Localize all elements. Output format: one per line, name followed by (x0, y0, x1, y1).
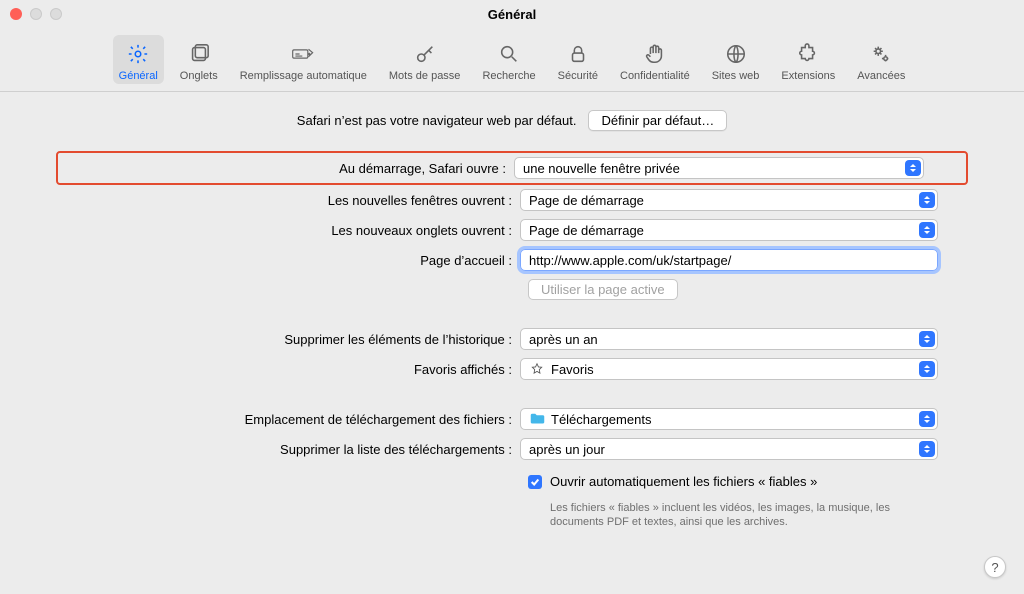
tab-label: Confidentialité (620, 70, 690, 82)
gear-icon (123, 39, 153, 69)
tab-label: Extensions (781, 70, 835, 82)
window-title: Général (488, 7, 536, 22)
favorites-shown-value: Favoris (551, 362, 594, 377)
tab-tabs[interactable]: Onglets (174, 35, 224, 84)
tab-security[interactable]: Sécurité (552, 35, 604, 84)
minimize-button[interactable] (30, 8, 42, 20)
zoom-button[interactable] (50, 8, 62, 20)
favorites-shown-select[interactable]: Favoris (520, 358, 938, 380)
tab-general[interactable]: Général (113, 35, 164, 84)
tab-extensions[interactable]: Extensions (775, 35, 841, 84)
downloads-remove-row: Supprimer la liste des téléchargements :… (60, 438, 964, 460)
puzzle-icon (793, 39, 823, 69)
favorites-shown-label: Favoris affichés : (60, 362, 520, 377)
gears-icon (866, 39, 896, 69)
new-windows-value: Page de démarrage (529, 193, 644, 208)
folder-icon (529, 411, 545, 427)
tab-advanced[interactable]: Avancées (851, 35, 911, 84)
chevron-updown-icon (919, 361, 935, 377)
search-icon (494, 39, 524, 69)
homepage-label: Page d’accueil : (60, 253, 520, 268)
new-tabs-row: Les nouveaux onglets ouvrent : Page de d… (60, 219, 964, 241)
homepage-field[interactable] (520, 249, 938, 271)
favorites-shown-row: Favoris affichés : Favoris (60, 358, 964, 380)
homepage-row: Page d’accueil : (60, 249, 964, 271)
download-location-value: Téléchargements (551, 412, 651, 427)
startup-label: Au démarrage, Safari ouvre : (62, 161, 514, 176)
tab-label: Onglets (180, 70, 218, 82)
startup-value: une nouvelle fenêtre privée (523, 161, 680, 176)
chevron-updown-icon (919, 411, 935, 427)
homepage-input[interactable] (529, 253, 929, 268)
new-windows-row: Les nouvelles fenêtres ouvrent : Page de… (60, 189, 964, 211)
hand-icon (640, 39, 670, 69)
safe-files-checkbox[interactable] (528, 475, 542, 489)
chevron-updown-icon (919, 192, 935, 208)
new-windows-label: Les nouvelles fenêtres ouvrent : (60, 193, 520, 208)
history-remove-label: Supprimer les éléments de l’historique : (60, 332, 520, 347)
key-icon (410, 39, 440, 69)
history-remove-value: après un an (529, 332, 598, 347)
history-remove-row: Supprimer les éléments de l’historique :… (60, 328, 964, 350)
help-button[interactable]: ? (984, 556, 1006, 578)
tab-label: Sites web (712, 70, 760, 82)
close-button[interactable] (10, 8, 22, 20)
tab-passwords[interactable]: Mots de passe (383, 35, 467, 84)
download-location-row: Emplacement de téléchargement des fichie… (60, 408, 964, 430)
preferences-toolbar: Général Onglets Remplissage automatique … (0, 28, 1024, 92)
set-to-current-row: Utiliser la page active (60, 279, 964, 300)
chevron-updown-icon (919, 441, 935, 457)
star-icon (529, 361, 545, 377)
safe-files-label: Ouvrir automatiquement les fichiers « fi… (550, 474, 817, 489)
lock-icon (563, 39, 593, 69)
content-area: Safari n’est pas votre navigateur web pa… (0, 92, 1024, 530)
tab-label: Mots de passe (389, 70, 461, 82)
new-tabs-value: Page de démarrage (529, 223, 644, 238)
preferences-window: Général Général Onglets Remplissage auto… (0, 0, 1024, 594)
default-browser-row: Safari n’est pas votre navigateur web pa… (60, 110, 964, 131)
history-remove-select[interactable]: après un an (520, 328, 938, 350)
tab-label: Sécurité (558, 70, 598, 82)
tab-label: Recherche (482, 70, 535, 82)
startup-row: Au démarrage, Safari ouvre : une nouvell… (56, 151, 968, 185)
tabs-icon (184, 39, 214, 69)
downloads-remove-value: après un jour (529, 442, 605, 457)
tab-label: Général (119, 70, 158, 82)
new-tabs-label: Les nouveaux onglets ouvrent : (60, 223, 520, 238)
chevron-updown-icon (905, 160, 921, 176)
autofill-icon (288, 39, 318, 69)
window-controls (10, 8, 62, 20)
chevron-updown-icon (919, 331, 935, 347)
tab-websites[interactable]: Sites web (706, 35, 766, 84)
download-location-label: Emplacement de téléchargement des fichie… (60, 412, 520, 427)
set-default-button[interactable]: Définir par défaut… (588, 110, 727, 131)
new-tabs-select[interactable]: Page de démarrage (520, 219, 938, 241)
tab-search[interactable]: Recherche (476, 35, 541, 84)
use-current-page-button[interactable]: Utiliser la page active (528, 279, 678, 300)
tab-label: Avancées (857, 70, 905, 82)
general-form: Au démarrage, Safari ouvre : une nouvell… (60, 155, 964, 530)
safe-files-row: Ouvrir automatiquement les fichiers « fi… (528, 474, 964, 489)
titlebar: Général (0, 0, 1024, 28)
tab-label: Remplissage automatique (240, 70, 367, 82)
default-browser-text: Safari n’est pas votre navigateur web pa… (297, 113, 577, 128)
downloads-remove-select[interactable]: après un jour (520, 438, 938, 460)
chevron-updown-icon (919, 222, 935, 238)
startup-select[interactable]: une nouvelle fenêtre privée (514, 157, 924, 179)
downloads-remove-label: Supprimer la liste des téléchargements : (60, 442, 520, 457)
tab-autofill[interactable]: Remplissage automatique (234, 35, 373, 84)
download-location-select[interactable]: Téléchargements (520, 408, 938, 430)
tab-privacy[interactable]: Confidentialité (614, 35, 696, 84)
globe-icon (721, 39, 751, 69)
safe-files-help: Les fichiers « fiables » incluent les vi… (550, 501, 930, 530)
new-windows-select[interactable]: Page de démarrage (520, 189, 938, 211)
